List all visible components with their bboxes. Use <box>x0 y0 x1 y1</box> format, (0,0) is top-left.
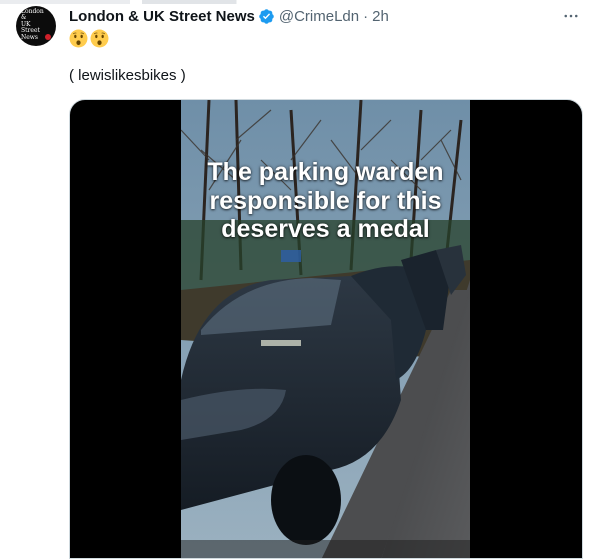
post-timestamp[interactable]: 2h <box>372 8 389 25</box>
hushed-face-emoji-icon <box>69 29 88 47</box>
caption-line: The parking warden <box>207 158 444 186</box>
post-text: ( lewislikesbikes ) <box>69 67 186 84</box>
verified-badge-icon[interactable] <box>258 8 275 25</box>
hushed-face-emoji-icon <box>90 29 109 47</box>
separator-dot: · <box>363 7 369 25</box>
more-horizontal-icon <box>564 14 578 18</box>
author-name[interactable]: London & UK Street News <box>69 8 255 25</box>
avatar[interactable]: London & UK Street News <box>16 6 56 46</box>
emoji-line <box>69 27 109 49</box>
poppy-icon <box>45 34 51 40</box>
author-handle[interactable]: @CrimeLdn <box>279 8 359 25</box>
caption-line: responsible for this <box>209 186 442 215</box>
previous-post-edge <box>0 0 591 4</box>
more-options-button[interactable] <box>561 6 581 26</box>
post-header: London & UK Street News @CrimeLdn · 2h <box>69 6 389 26</box>
video-frame[interactable]: The parking warden responsible for this … <box>181 100 470 558</box>
video-caption: The parking warden responsible for this … <box>181 158 470 244</box>
caption-line: deserves a medal <box>221 215 430 243</box>
video-player[interactable]: The parking warden responsible for this … <box>69 99 583 559</box>
